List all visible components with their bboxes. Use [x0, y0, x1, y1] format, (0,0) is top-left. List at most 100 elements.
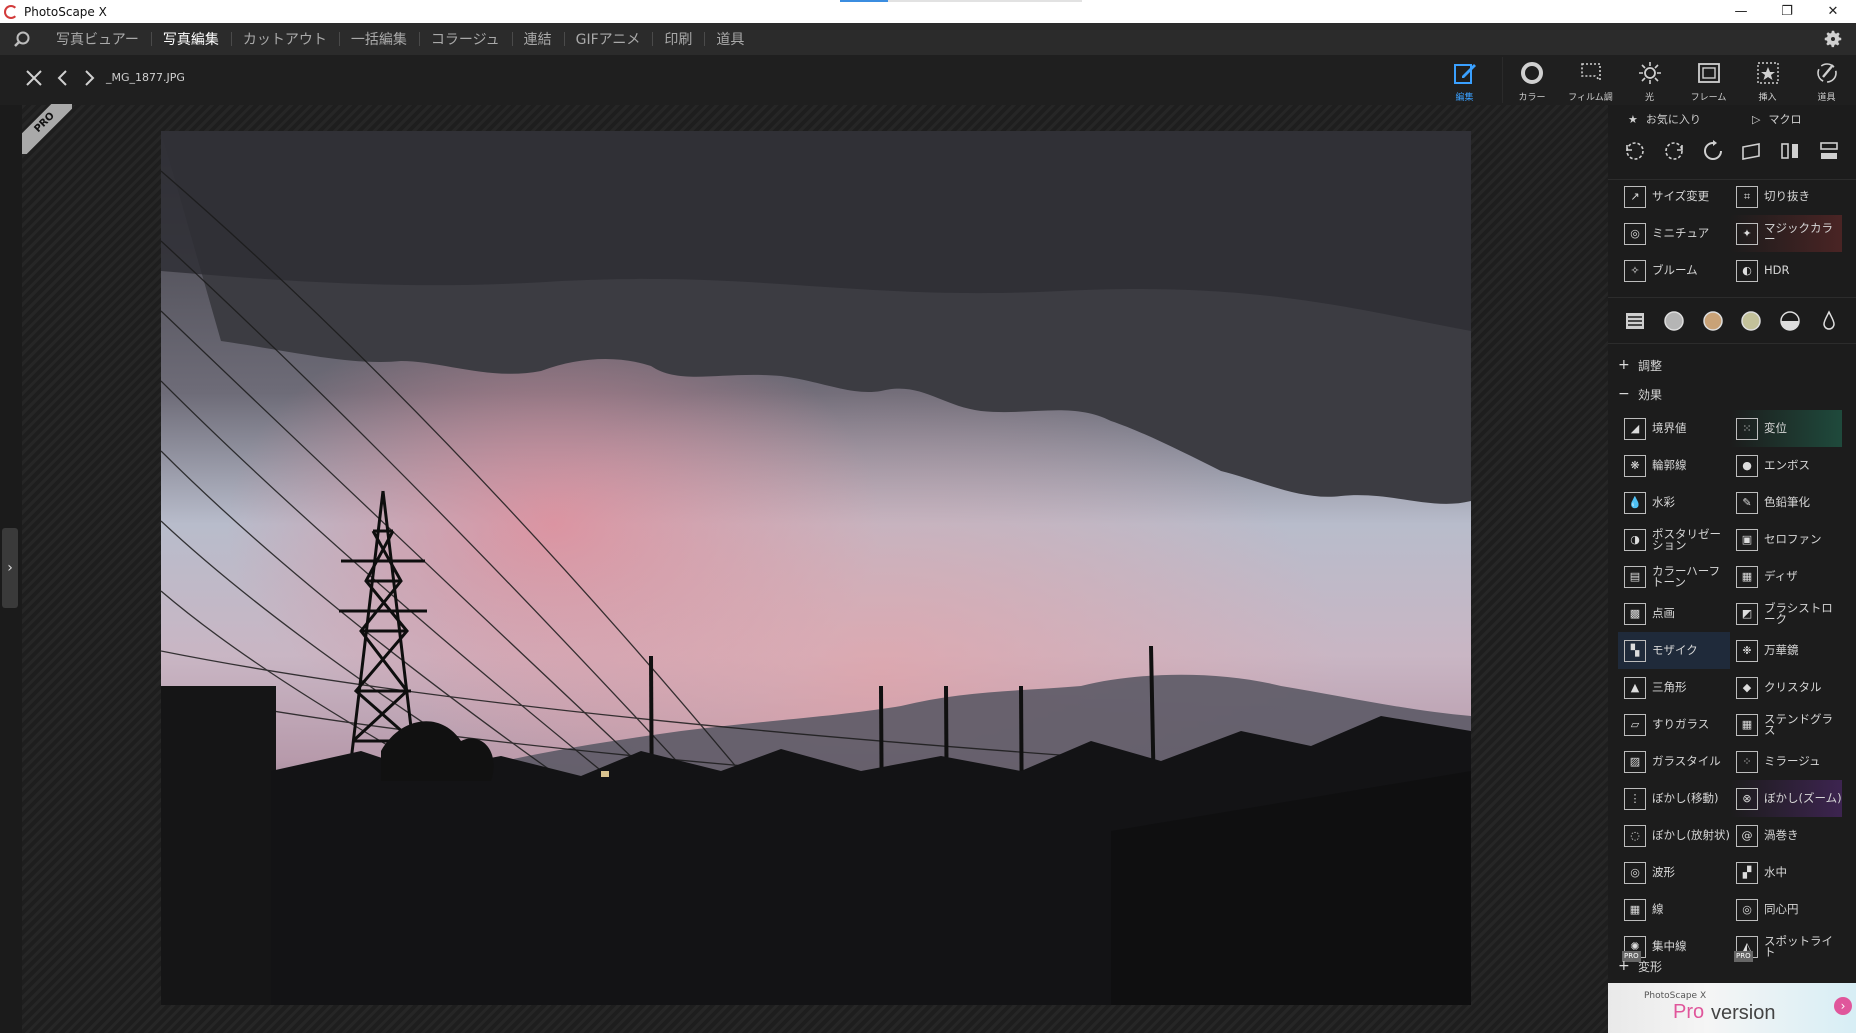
tool-outline[interactable]: ❋ 輪郭線: [1618, 447, 1730, 484]
tab-film[interactable]: フィルム調: [1561, 57, 1620, 103]
tool-resize[interactable]: ↗ サイズ変更: [1618, 178, 1730, 215]
tool-brush-stroke[interactable]: ◩ ブラシストローク: [1730, 595, 1842, 632]
tool-lines[interactable]: ▦ 線: [1618, 891, 1730, 928]
expand-plus-icon: +: [1618, 357, 1630, 373]
glass-tile-icon: ▨: [1624, 750, 1646, 773]
tool-dither[interactable]: ▦ ディザ: [1730, 558, 1842, 595]
rotate-right-icon[interactable]: [1662, 139, 1686, 163]
star-icon: ★: [1628, 112, 1638, 126]
tab-edit[interactable]: 編集: [1435, 57, 1494, 103]
main-menu-bar: 写真ビュアー 写真編集 カットアウト 一括編集 コラージュ 連結 GIFアニメ 印刷 道具: [0, 23, 1856, 55]
tool-halftone[interactable]: ▤ カラーハーフトーン: [1618, 558, 1730, 595]
menu-item[interactable]: コラージュ: [418, 29, 512, 49]
tool-underwater[interactable]: ▞ 水中: [1730, 854, 1842, 891]
adjust-section-label: 調整: [1638, 358, 1663, 373]
tool-hdr[interactable]: ◐ HDR: [1730, 252, 1842, 289]
tab-color[interactable]: カラー: [1502, 57, 1561, 103]
menu-item[interactable]: カットアウト: [230, 29, 339, 49]
menu-item[interactable]: 印刷: [652, 29, 704, 49]
menu-item[interactable]: 一括編集: [338, 29, 419, 49]
adjust-section-header[interactable]: + 調整: [1608, 353, 1856, 377]
tool-kaleidoscope[interactable]: ❉ 万華鏡: [1730, 632, 1842, 669]
window-controls: — ❐ ✕: [1718, 0, 1856, 23]
tab-tools[interactable]: 道具: [1797, 57, 1856, 103]
file-name: _MG_1877.JPG: [106, 71, 185, 84]
tool-posterize[interactable]: ◑ ポスタリゼーション: [1618, 521, 1730, 558]
close-icon[interactable]: [24, 68, 44, 92]
tool-concentric[interactable]: ◎ 同心円: [1730, 891, 1842, 928]
previous-arrow-icon[interactable]: [56, 68, 70, 92]
menu-item[interactable]: 写真編集: [150, 29, 231, 49]
tool-glass-tile[interactable]: ▨ ガラスタイル: [1618, 743, 1730, 780]
film-gray-icon[interactable]: [1662, 309, 1686, 333]
transform-section-header[interactable]: + 変形: [1608, 954, 1856, 978]
effects-grid: ◢ 境界値 ⁙ 変位 ❋ 輪郭線 ● エンボス 💧 水彩 ✎ 色鉛筆化 ◑ ポスタリゼーション ▣ セロファン…: [1608, 410, 1856, 965]
tool-bloom[interactable]: ✧ ブルーム: [1618, 252, 1730, 289]
rotate-left-icon[interactable]: [1623, 139, 1647, 163]
tool-pointillism[interactable]: ▩ 点画: [1618, 595, 1730, 632]
tool-threshold[interactable]: ◢ 境界値: [1618, 410, 1730, 447]
next-arrow-icon[interactable]: [82, 68, 96, 92]
list-icon[interactable]: [1623, 309, 1647, 333]
edited-photo[interactable]: [161, 131, 1471, 1005]
film-sepia-icon[interactable]: [1701, 309, 1725, 333]
flip-vertical-icon[interactable]: [1817, 139, 1841, 163]
tool-mosaic[interactable]: ▚ モザイク: [1618, 632, 1730, 669]
menu-item[interactable]: 連結: [511, 29, 564, 49]
tool-mirage[interactable]: ⁘ ミラージュ: [1730, 743, 1842, 780]
effects-section-header[interactable]: − 効果: [1608, 382, 1856, 406]
watercolor-icon: 💧: [1624, 491, 1646, 514]
tool-label: 波形: [1652, 865, 1675, 879]
tool-magic-color[interactable]: ✦ マジックカラー: [1730, 215, 1842, 252]
tool-color-pencil[interactable]: ✎ 色鉛筆化: [1730, 484, 1842, 521]
tool-label: 境界値: [1652, 421, 1687, 435]
tool-displacement[interactable]: ⁙ 変位: [1730, 410, 1842, 447]
drop-icon[interactable]: [1817, 309, 1841, 333]
tool-triangle[interactable]: ▲ 三角形: [1618, 669, 1730, 706]
rotate-icon[interactable]: [1701, 139, 1725, 163]
threshold-icon: ◢: [1624, 417, 1646, 440]
search-icon[interactable]: [0, 30, 44, 48]
tool-cellophane[interactable]: ▣ セロファン: [1730, 521, 1842, 558]
tool-crop[interactable]: ⌗ 切り抜き: [1730, 178, 1842, 215]
tool-stained-glass[interactable]: ▦ ステンドグラス: [1730, 706, 1842, 743]
collapse-minus-icon: −: [1618, 386, 1630, 402]
tab-frame[interactable]: フレーム: [1679, 57, 1738, 103]
macro-button[interactable]: ▷ マクロ: [1732, 111, 1856, 127]
tool-emboss[interactable]: ● エンボス: [1730, 447, 1842, 484]
menu-item[interactable]: 道具: [704, 29, 756, 49]
tool-radial-blur[interactable]: ◌ ぼかし(放射状): [1618, 817, 1730, 854]
favorites-button[interactable]: ★ お気に入り: [1608, 111, 1732, 127]
tool-swirl[interactable]: @ 渦巻き: [1730, 817, 1842, 854]
tool-label: 線: [1652, 902, 1664, 916]
flip-horizontal-icon[interactable]: [1778, 139, 1802, 163]
tab-light[interactable]: 光: [1620, 57, 1679, 103]
title-bar: PhotoScape X — ❐ ✕: [0, 0, 1856, 23]
restore-button[interactable]: ❐: [1764, 0, 1810, 23]
menu-item[interactable]: GIFアニメ: [563, 29, 653, 49]
tool-wave[interactable]: ◎ 波形: [1618, 854, 1730, 891]
film-warm-icon[interactable]: [1739, 309, 1763, 333]
tool-label: 色鉛筆化: [1764, 495, 1810, 509]
banner-arrow-icon[interactable]: ›: [1834, 997, 1852, 1015]
straighten-icon[interactable]: [1739, 139, 1763, 163]
close-window-button[interactable]: ✕: [1810, 0, 1856, 23]
minimize-button[interactable]: —: [1718, 0, 1764, 23]
pro-version-banner[interactable]: PhotoScape X Pro version ›: [1608, 983, 1856, 1033]
tab-insert[interactable]: 挿入: [1738, 57, 1797, 103]
tool-watercolor[interactable]: 💧 水彩: [1618, 484, 1730, 521]
tool-crystal[interactable]: ◆ クリスタル: [1730, 669, 1842, 706]
tool-miniature[interactable]: ◎ ミニチュア: [1618, 215, 1730, 252]
tool-label: ガラスタイル: [1652, 754, 1721, 768]
settings-gear-icon[interactable]: [1822, 28, 1844, 50]
edit-icon: [1452, 57, 1478, 90]
menu-item[interactable]: 写真ビュアー: [44, 29, 151, 49]
expand-left-panel-button[interactable]: ›: [2, 528, 18, 608]
mirage-icon: ⁘: [1736, 750, 1758, 773]
tool-label: ブラシストローク: [1764, 600, 1833, 626]
tool-motion-blur[interactable]: ⋮ ぼかし(移動): [1618, 780, 1730, 817]
half-tone-icon[interactable]: [1778, 309, 1802, 333]
tool-zoom-blur[interactable]: ⊗ ぼかし(ズーム): [1730, 780, 1842, 817]
triangle-icon: ▲: [1624, 676, 1646, 699]
tool-frosted-glass[interactable]: ▱ すりガラス: [1618, 706, 1730, 743]
